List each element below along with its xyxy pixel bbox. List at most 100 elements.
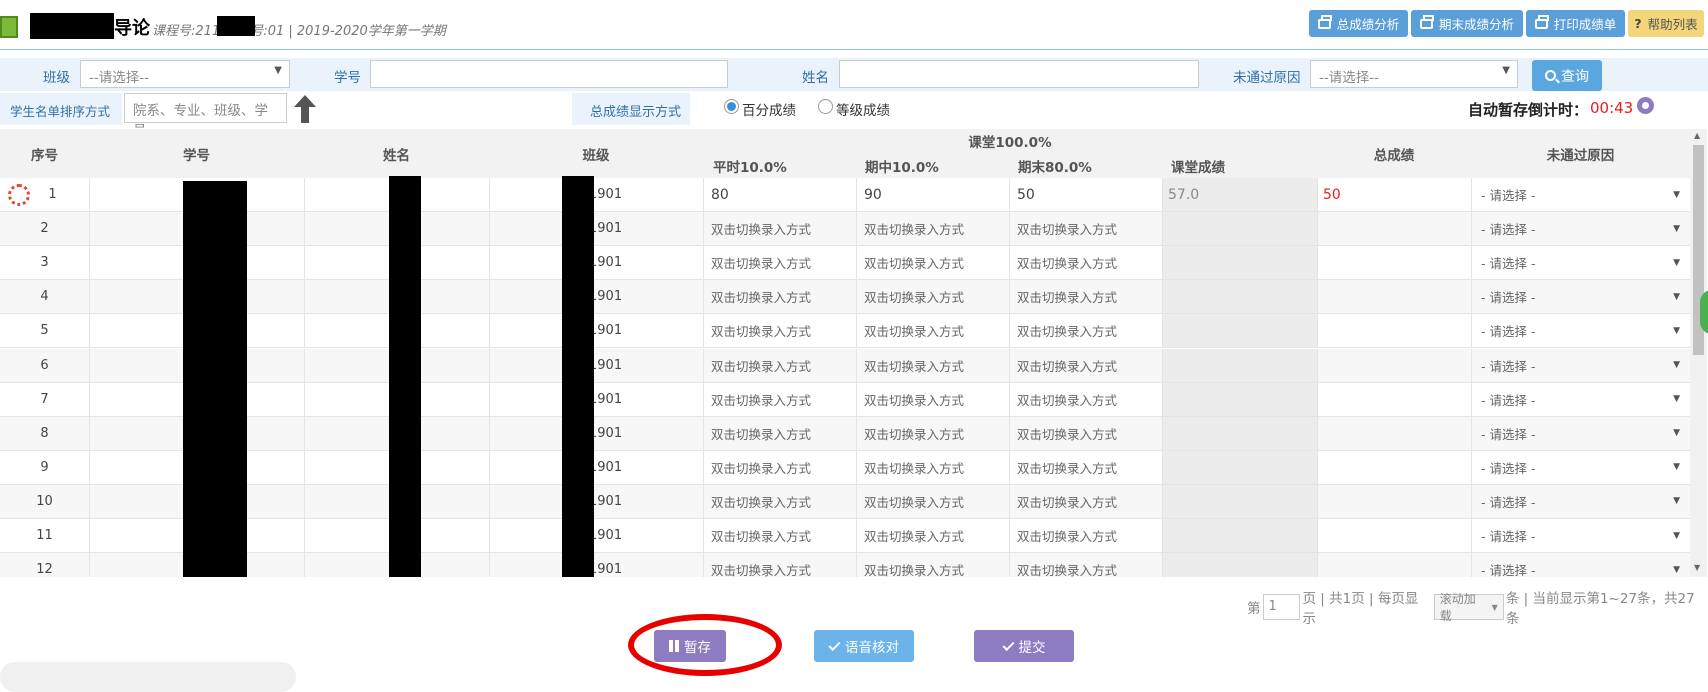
score-input-mid[interactable]: 双击切换录入方式 — [856, 485, 1009, 518]
score-input-usual[interactable]: 双击切换录入方式 — [703, 417, 856, 450]
cell-classroom-score — [1162, 450, 1317, 484]
student-id-input[interactable] — [370, 60, 728, 88]
score-input-mid[interactable]: 双击切换录入方式 — [856, 451, 1009, 484]
grade-mode-radio[interactable] — [818, 99, 833, 114]
voice-check-button[interactable]: 语音核对 — [814, 630, 914, 662]
score-input-final[interactable]: 双击切换录入方式 — [1009, 349, 1162, 382]
table-row: 12201郑1901双击切换录入方式双击切换录入方式双击切换录入方式- 请选择 … — [0, 553, 1690, 577]
table-row: 1201张190180905057.050- 请选择 -▼ — [0, 178, 1690, 212]
score-input-usual[interactable]: 双击切换录入方式 — [703, 212, 856, 245]
score-input-usual[interactable]: 双击切换录入方式 — [703, 349, 856, 382]
column-divider — [304, 553, 305, 577]
score-input-final[interactable]: 双击切换录入方式 — [1009, 212, 1162, 245]
score-input-final[interactable]: 双击切换录入方式 — [1009, 519, 1162, 552]
fail-reason-row-select[interactable]: - 请选择 - ▼ — [1471, 519, 1690, 552]
score-input-usual[interactable]: 双击切换录入方式 — [703, 519, 856, 552]
fail-reason-row-select[interactable]: - 请选择 - ▼ — [1471, 314, 1690, 347]
final-score-analysis-button[interactable]: 期末成绩分析 — [1411, 10, 1523, 37]
table-row: 8201李1901双击切换录入方式双击切换录入方式双击切换录入方式- 请选择 -… — [0, 416, 1690, 451]
column-divider — [304, 212, 305, 246]
score-input-mid[interactable]: 双击切换录入方式 — [856, 212, 1009, 245]
name-input[interactable] — [839, 60, 1199, 88]
header-fail-reason: 未通过原因 — [1471, 129, 1690, 178]
query-button[interactable]: 查询 — [1532, 60, 1602, 91]
print-transcript-button[interactable]: 打印成绩单 — [1526, 10, 1625, 37]
sort-order-input[interactable]: 院系、专业、班级、学号 — [124, 93, 287, 139]
chevron-down-icon: ▼ — [1673, 428, 1680, 439]
fail-reason-row-select[interactable]: - 请选择 - ▼ — [1471, 349, 1690, 382]
per-page-select[interactable]: 滚动加载 ▼ — [1433, 592, 1504, 623]
chevron-down-icon: ▼ — [1491, 602, 1498, 612]
fail-reason-row-select[interactable]: - 请选择 - ▼ — [1471, 280, 1690, 313]
student-id-label: 学号 — [334, 70, 361, 86]
score-input-final[interactable]: 双击切换录入方式 — [1009, 383, 1162, 416]
score-input-mid[interactable]: 双击切换录入方式 — [856, 553, 1009, 577]
score-input-final[interactable]: 50 — [1009, 178, 1162, 211]
cell-seq: 4 — [40, 289, 49, 305]
score-input-mid[interactable]: 双击切换录入方式 — [856, 246, 1009, 279]
percent-mode-radio[interactable] — [724, 99, 739, 114]
score-input-usual[interactable]: 双击切换录入方式 — [703, 383, 856, 416]
column-divider — [1471, 416, 1472, 450]
chevron-down-icon: ▼ — [1673, 291, 1680, 302]
score-input-final[interactable]: 双击切换录入方式 — [1009, 417, 1162, 450]
header-classroom-group: 课堂100.0% — [703, 129, 1317, 153]
fail-reason-row-select[interactable]: - 请选择 - ▼ — [1471, 246, 1690, 279]
page-number-input[interactable]: 1 — [1262, 594, 1301, 620]
score-input-final[interactable]: 双击切换录入方式 — [1009, 485, 1162, 518]
column-divider — [1471, 246, 1472, 280]
scroll-up-icon[interactable]: ▲ — [1694, 131, 1700, 140]
table-scrollbar[interactable]: ▲ ▼ — [1690, 129, 1707, 577]
column-divider — [703, 246, 704, 280]
column-divider — [1009, 553, 1010, 577]
fail-reason-row-select[interactable]: - 请选择 - ▼ — [1471, 451, 1690, 484]
help-list-button[interactable]: ? 帮助列表 — [1628, 10, 1704, 37]
fail-reason-select[interactable]: --请选择-- ▼ — [1310, 60, 1518, 88]
score-input-usual[interactable]: 80 — [703, 178, 856, 211]
score-input-mid[interactable]: 双击切换录入方式 — [856, 280, 1009, 313]
score-input-final[interactable]: 双击切换录入方式 — [1009, 280, 1162, 313]
column-divider — [89, 382, 90, 416]
cell-total-score — [1317, 212, 1471, 245]
column-divider — [489, 348, 490, 382]
fail-reason-row-select[interactable]: - 请选择 - ▼ — [1471, 383, 1690, 416]
score-input-mid[interactable]: 双击切换录入方式 — [856, 519, 1009, 552]
side-panel-tab[interactable] — [1700, 290, 1708, 334]
fail-reason-row-select[interactable]: - 请选择 - ▼ — [1471, 485, 1690, 518]
fail-reason-row-select[interactable]: - 请选择 - ▼ — [1471, 417, 1690, 450]
score-input-mid[interactable]: 双击切换录入方式 — [856, 417, 1009, 450]
scroll-down-icon[interactable]: ▼ — [1694, 563, 1700, 572]
fail-reason-row-select[interactable]: - 请选择 - ▼ — [1471, 553, 1690, 577]
fail-reason-row-value: - 请选择 - — [1481, 563, 1536, 577]
column-divider — [1317, 450, 1318, 484]
score-input-final[interactable]: 双击切换录入方式 — [1009, 553, 1162, 577]
column-divider — [856, 416, 857, 450]
submit-button[interactable]: 提交 — [974, 630, 1074, 662]
gear-icon[interactable] — [1637, 97, 1654, 114]
fail-reason-row-select[interactable]: - 请选择 - ▼ — [1471, 178, 1690, 211]
class-select[interactable]: --请选择-- ▼ — [80, 60, 290, 88]
score-input-mid[interactable]: 双击切换录入方式 — [856, 383, 1009, 416]
header-final: 期末80.0% — [1009, 153, 1162, 178]
total-score-analysis-button[interactable]: 总成绩分析 — [1309, 10, 1408, 37]
fail-reason-row-select[interactable]: - 请选择 - ▼ — [1471, 212, 1690, 245]
score-input-mid[interactable]: 双击切换录入方式 — [856, 349, 1009, 382]
highlight-annotation — [628, 614, 782, 676]
score-input-final[interactable]: 双击切换录入方式 — [1009, 451, 1162, 484]
score-input-final[interactable]: 双击切换录入方式 — [1009, 246, 1162, 279]
score-input-mid[interactable]: 90 — [856, 178, 1009, 211]
chevron-down-icon: ▼ — [1673, 325, 1680, 336]
score-input-usual[interactable]: 双击切换录入方式 — [703, 280, 856, 313]
score-input-usual[interactable]: 双击切换录入方式 — [703, 451, 856, 484]
filter-row: 班级 --请选择-- ▼ 学号 姓名 未通过原因 --请选择-- ▼ — [0, 58, 1708, 91]
score-input-final[interactable]: 双击切换录入方式 — [1009, 314, 1162, 347]
column-divider — [1009, 314, 1010, 348]
score-input-usual[interactable]: 双击切换录入方式 — [703, 553, 856, 577]
table-row: 10201刘1901双击切换录入方式双击切换录入方式双击切换录入方式- 请选择 … — [0, 484, 1690, 519]
arrow-up-icon[interactable] — [294, 95, 316, 123]
score-input-usual[interactable]: 双击切换录入方式 — [703, 314, 856, 347]
score-input-mid[interactable]: 双击切换录入方式 — [856, 314, 1009, 347]
score-input-usual[interactable]: 双击切换录入方式 — [703, 246, 856, 279]
score-input-usual[interactable]: 双击切换录入方式 — [703, 485, 856, 518]
printer-icon — [1317, 14, 1332, 29]
